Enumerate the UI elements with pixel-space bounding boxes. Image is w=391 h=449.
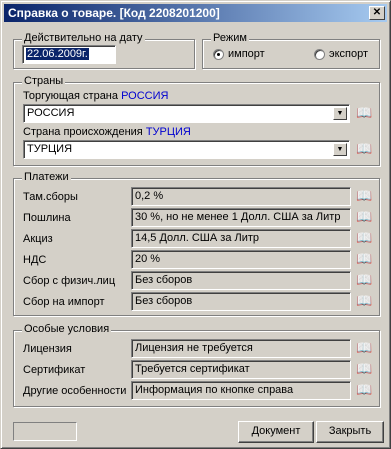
conditions-group-legend: Особые условия	[22, 323, 112, 335]
trading-country-book-icon[interactable]: 📖	[356, 106, 372, 119]
condition-other-book-icon[interactable]: 📖	[356, 383, 372, 396]
trading-country-dropdown-button[interactable]: ▼	[333, 107, 347, 120]
condition-label-other: Другие особенности	[23, 385, 127, 397]
origin-country-select[interactable]: ТУРЦИЯ ▼	[23, 140, 350, 159]
payment-excise-book-icon[interactable]: 📖	[356, 231, 372, 244]
condition-value-license: Лицензия не требуется	[131, 339, 351, 358]
condition-certificate-book-icon[interactable]: 📖	[356, 362, 372, 375]
trading-country-highlight: РОССИЯ	[121, 90, 169, 102]
date-group-legend: Действительно на дату	[22, 32, 145, 44]
close-window-button[interactable]: ✕	[369, 6, 385, 20]
condition-label-license: Лицензия	[23, 343, 72, 355]
date-input[interactable]: 22.06.2009г.	[22, 45, 116, 64]
payment-value-customs: 0,2 %	[131, 187, 351, 206]
close-icon: ✕	[372, 7, 382, 18]
radio-export[interactable]	[314, 49, 325, 60]
payment-value-individuals-fee: Без сборов	[131, 271, 351, 290]
condition-value-certificate: Требуется сертификат	[131, 360, 351, 379]
payment-vat-book-icon[interactable]: 📖	[356, 252, 372, 265]
chevron-down-icon: ▼	[336, 110, 344, 117]
mode-group-legend: Режим	[211, 32, 249, 44]
payment-value-duty: 30 %, но не менее 1 Долл. США за Литр	[131, 208, 351, 227]
document-button[interactable]: Документ	[238, 421, 314, 443]
payment-label-individuals-fee: Сбор с физич.лиц	[23, 275, 116, 287]
date-value: 22.06.2009г.	[26, 48, 89, 60]
trading-country-select[interactable]: РОССИЯ ▼	[23, 104, 350, 123]
condition-label-certificate: Сертификат	[23, 364, 86, 376]
origin-country-label: Страна происхождения ТУРЦИЯ	[23, 126, 191, 138]
close-button[interactable]: Закрыть	[316, 421, 384, 443]
payment-value-import-fee: Без сборов	[131, 292, 351, 311]
condition-value-other: Информация по кнопке справа	[131, 381, 351, 400]
chevron-down-icon: ▼	[336, 146, 344, 153]
radio-export-label[interactable]: экспорт	[329, 48, 368, 60]
title-bar[interactable]: Справка о товаре. [Код 2208201200] ✕	[4, 4, 387, 22]
payment-label-duty: Пошлина	[23, 212, 71, 224]
origin-country-caption: Страна происхождения	[23, 126, 143, 138]
trading-country-caption: Торгующая страна	[23, 90, 119, 102]
dialog-window: Справка о товаре. [Код 2208201200] ✕ Дей…	[0, 0, 391, 449]
origin-country-value: ТУРЦИЯ	[27, 143, 73, 155]
payment-value-vat: 20 %	[131, 250, 351, 269]
payments-group-legend: Платежи	[22, 171, 71, 183]
payment-label-excise: Акциз	[23, 233, 53, 245]
trading-country-label: Торгующая страна РОССИЯ	[23, 90, 168, 102]
radio-import-label[interactable]: импорт	[228, 48, 265, 60]
payment-value-excise: 14,5 Долл. США за Литр	[131, 229, 351, 248]
window-title: Справка о товаре. [Код 2208201200]	[8, 6, 220, 20]
countries-group-legend: Страны	[22, 75, 66, 87]
payment-label-vat: НДС	[23, 254, 47, 266]
radio-import[interactable]	[213, 49, 224, 60]
trading-country-value: РОССИЯ	[27, 107, 75, 119]
status-panel	[13, 422, 77, 441]
origin-country-dropdown-button[interactable]: ▼	[333, 143, 347, 156]
payment-individuals-fee-book-icon[interactable]: 📖	[356, 273, 372, 286]
payment-label-import-fee: Сбор на импорт	[23, 296, 105, 308]
payment-duty-book-icon[interactable]: 📖	[356, 210, 372, 223]
payment-import-fee-book-icon: 📖	[356, 293, 373, 308]
payment-label-customs: Там.сборы	[23, 191, 78, 203]
condition-license-book-icon[interactable]: 📖	[356, 341, 372, 354]
payment-customs-book-icon[interactable]: 📖	[356, 189, 372, 202]
origin-country-book-icon[interactable]: 📖	[356, 142, 372, 155]
origin-country-highlight: ТУРЦИЯ	[145, 126, 191, 138]
